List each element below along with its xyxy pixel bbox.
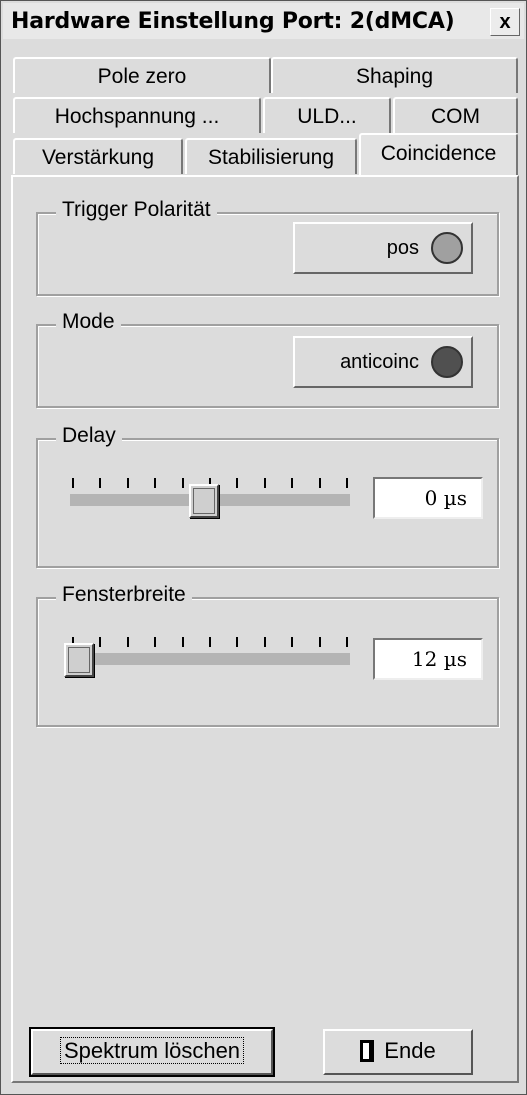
tab-pole-zero[interactable]: Pole zero: [13, 57, 271, 93]
fensterbreite-slider[interactable]: [64, 637, 350, 687]
mode-group: Mode anticoinc: [36, 310, 499, 408]
slider-tick: [291, 478, 294, 488]
slider-tick: [236, 478, 239, 488]
trigger-polarity-label: Trigger Polarität: [56, 198, 217, 222]
slider-tick: [318, 637, 321, 647]
slider-tick: [154, 637, 157, 647]
slider-tick: [99, 637, 102, 647]
slider-tick: [181, 637, 184, 647]
slider-tick: [126, 637, 129, 647]
slider-tick: [346, 478, 348, 488]
exit-door-icon: [360, 1040, 375, 1062]
slider-thumb[interactable]: [64, 643, 94, 677]
end-button[interactable]: Ende: [323, 1029, 473, 1075]
slider-tick: [72, 478, 74, 488]
tab-uld[interactable]: ULD...: [263, 97, 391, 133]
tab-shaping[interactable]: Shaping: [271, 57, 518, 93]
tab-verstaerkung[interactable]: Verstärkung: [13, 138, 183, 174]
tab-hochspannung[interactable]: Hochspannung ...: [13, 97, 261, 133]
slider-tick: [181, 478, 184, 488]
fensterbreite-value-field[interactable]: 12 µs: [373, 638, 483, 680]
clear-spectrum-button[interactable]: Spektrum löschen: [29, 1027, 275, 1077]
title-bar: Hardware Einstellung Port: 2(dMCA) x: [3, 3, 524, 39]
trigger-polarity-value: pos: [386, 237, 419, 259]
clear-spectrum-label: Spektrum löschen: [59, 1037, 245, 1064]
tab-stabilisierung[interactable]: Stabilisierung: [185, 138, 357, 174]
trigger-polarity-button[interactable]: pos: [293, 222, 473, 274]
mode-button[interactable]: anticoinc: [293, 336, 473, 388]
led-indicator-icon: [431, 346, 463, 378]
slider-tick: [209, 637, 211, 647]
slider-tick: [291, 637, 294, 647]
slider-tick: [99, 478, 102, 488]
mode-label: Mode: [56, 310, 121, 334]
close-button[interactable]: x: [490, 8, 520, 36]
window-title: Hardware Einstellung Port: 2(dMCA): [11, 9, 455, 34]
slider-tick: [154, 478, 157, 488]
delay-label: Delay: [56, 424, 122, 448]
slider-track: [70, 653, 350, 665]
tab-coincidence[interactable]: Coincidence: [359, 133, 518, 175]
fensterbreite-group: Fensterbreite 12 µs: [36, 583, 499, 727]
delay-slider[interactable]: [70, 478, 350, 528]
tab-com[interactable]: COM: [393, 97, 518, 133]
slider-tick: [236, 637, 239, 647]
fensterbreite-label: Fensterbreite: [56, 583, 192, 607]
led-indicator-icon: [431, 232, 463, 264]
slider-tick: [318, 478, 321, 488]
slider-tick: [263, 637, 266, 647]
slider-thumb[interactable]: [189, 484, 219, 518]
trigger-polarity-group: Trigger Polarität pos: [36, 198, 499, 296]
slider-tick: [346, 637, 348, 647]
mode-value: anticoinc: [340, 351, 419, 373]
delay-group: Delay 0 µs: [36, 424, 499, 568]
end-label: Ende: [384, 1038, 436, 1063]
slider-tick: [263, 478, 266, 488]
slider-tick: [126, 478, 129, 488]
delay-value-field[interactable]: 0 µs: [373, 477, 483, 519]
settings-window: Hardware Einstellung Port: 2(dMCA) x Pol…: [0, 0, 527, 1095]
